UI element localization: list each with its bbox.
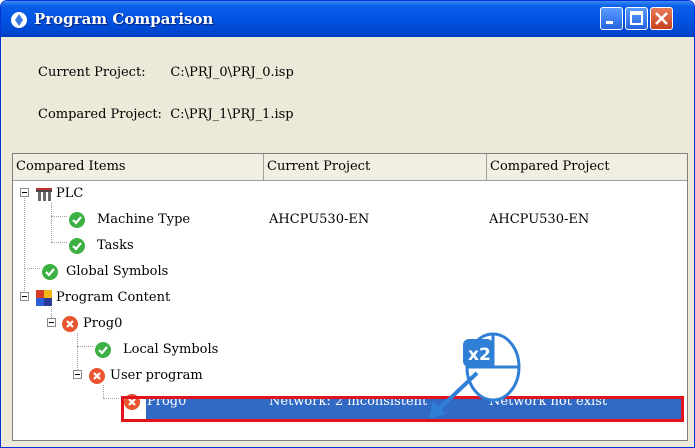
program-content-icon — [36, 290, 52, 306]
tree-label: Global Symbols — [66, 264, 169, 279]
tree-label: PLC — [56, 186, 84, 201]
header-compared-items[interactable]: Compared Items — [13, 154, 264, 180]
maximize-icon — [630, 11, 643, 25]
error-icon — [62, 316, 78, 332]
tree-label: Tasks — [97, 238, 134, 253]
close-icon — [655, 12, 668, 25]
check-icon — [95, 342, 111, 358]
current-value: AHCPU530-EN — [269, 212, 370, 227]
tree-label: Program Content — [56, 290, 171, 305]
tree-row-local-symbols[interactable]: Local Symbols — [13, 337, 687, 363]
minimize-button[interactable] — [600, 7, 623, 30]
collapse-toggle[interactable] — [20, 292, 29, 301]
error-icon — [89, 368, 105, 384]
double-click-label: x2 — [468, 345, 491, 365]
minimize-icon — [606, 21, 613, 24]
check-icon — [42, 264, 58, 280]
tree-row-program-content[interactable]: Program Content — [13, 285, 687, 311]
title-bar[interactable]: Program Comparison — [1, 1, 694, 37]
compared-project-line: Compared Project: C:\PRJ_1\PRJ_1.isp — [38, 107, 294, 122]
tree-label: User program — [110, 368, 203, 383]
comparison-tree-table[interactable]: Compared Items Current Project Compared … — [12, 153, 688, 441]
check-icon — [69, 238, 85, 254]
current-project-line: Current Project: C:\PRJ_0\PRJ_0.isp — [38, 65, 294, 80]
arrow-icon — [435, 371, 479, 413]
close-button[interactable] — [650, 7, 673, 30]
program-comparison-window: Program Comparison Current Project: C:\P… — [0, 0, 695, 448]
window-title: Program Comparison — [34, 10, 214, 28]
tree-row-user-program[interactable]: User program — [13, 363, 687, 389]
tree-row-prog0[interactable]: Prog0 — [13, 311, 687, 337]
compared-value: AHCPU530-EN — [489, 212, 590, 227]
header-current-project[interactable]: Current Project — [264, 154, 487, 180]
plc-icon — [36, 188, 52, 201]
highlight-border — [121, 396, 684, 422]
tree-label: Machine Type — [97, 212, 191, 227]
collapse-toggle[interactable] — [47, 318, 56, 327]
table-header: Compared Items Current Project Compared … — [13, 154, 687, 181]
tree-row-machine-type[interactable]: Machine Type AHCPU530-EN AHCPU530-EN — [13, 207, 687, 233]
header-compared-project[interactable]: Compared Project — [487, 154, 687, 180]
tree-label: Local Symbols — [123, 342, 219, 357]
app-icon — [11, 12, 27, 28]
project-info: Current Project: C:\PRJ_0\PRJ_0.isp Comp… — [14, 45, 684, 149]
tree-row-global-symbols[interactable]: Global Symbols — [13, 259, 687, 285]
collapse-toggle[interactable] — [73, 370, 82, 379]
tree-row-tasks[interactable]: Tasks — [13, 233, 687, 259]
double-click-annotation: x2 — [429, 332, 521, 419]
tree-label: Prog0 — [83, 316, 123, 331]
maximize-button[interactable] — [625, 7, 648, 30]
collapse-toggle[interactable] — [20, 188, 29, 197]
tree-body: PLC Machine Type AHCPU530-EN AHCPU530-EN… — [13, 181, 687, 439]
tree-row-plc[interactable]: PLC — [13, 181, 687, 207]
check-icon — [69, 212, 85, 228]
